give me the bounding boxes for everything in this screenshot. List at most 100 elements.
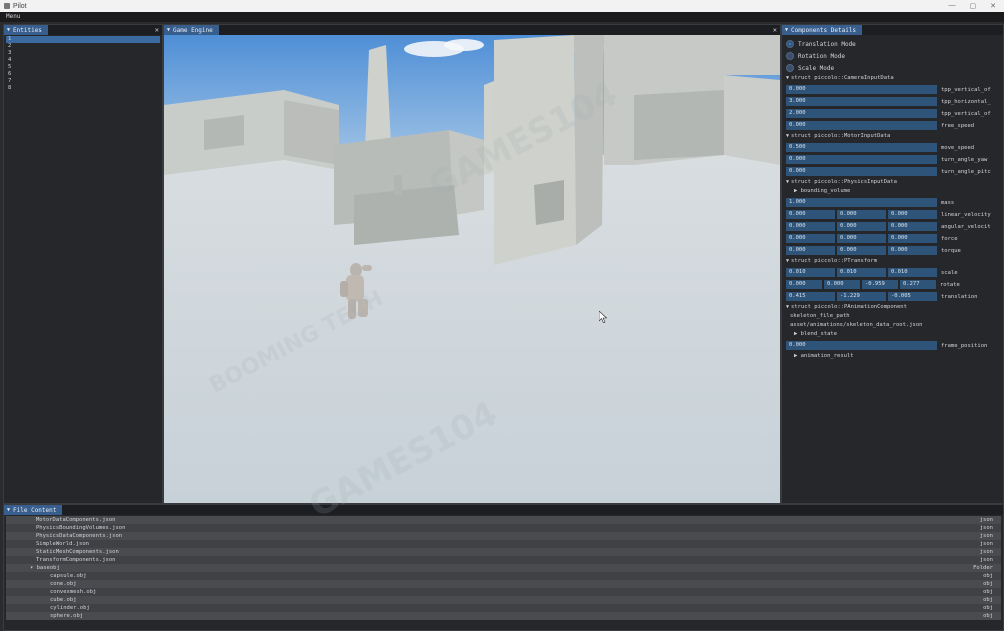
file-row[interactable]: TransformComponents.json json — [6, 556, 1001, 564]
value-input[interactable]: 0.277 — [900, 280, 936, 289]
close-icon[interactable]: ✕ — [155, 25, 159, 35]
value-input[interactable]: 0.000 — [786, 121, 937, 130]
camera-struct-header[interactable]: ▼ struct piccolo::CameraInputData — [786, 74, 999, 83]
file-row[interactable]: cone.obj obj — [6, 580, 1001, 588]
file-row[interactable]: cube.obj obj — [6, 596, 1001, 604]
translation-mode-radio[interactable]: Translation Mode — [786, 38, 999, 50]
value-input[interactable]: 0.000 — [786, 280, 822, 289]
value-input[interactable]: 0.000 — [786, 167, 937, 176]
frame-position-field: 0.000 frame_position — [786, 340, 999, 351]
value-input[interactable]: 0.000 — [786, 341, 937, 350]
value-input[interactable]: 0.000 — [837, 210, 886, 219]
collapse-arrow-icon[interactable]: ▼ — [785, 27, 788, 33]
tab-game-engine[interactable]: ▼ Game Engine — [164, 25, 219, 35]
value-input[interactable]: 0.000 — [786, 222, 835, 231]
value-input[interactable]: 2.000 — [786, 109, 937, 118]
field-label: turn_angle_yaw — [941, 156, 988, 163]
tab-file-content[interactable]: ▼ File Content — [4, 505, 63, 515]
scale-mode-radio[interactable]: Scale Mode — [786, 62, 999, 74]
value-input[interactable]: 0.000 — [786, 234, 835, 243]
file-row[interactable]: StaticMeshComponents.json json — [6, 548, 1001, 556]
value-input[interactable]: 0.000 — [837, 234, 886, 243]
file-type: json — [979, 557, 993, 563]
tab-label: Components Details — [791, 26, 857, 34]
close-icon[interactable]: ✕ — [773, 25, 777, 35]
collapse-arrow-icon[interactable]: ▼ — [167, 27, 170, 33]
file-row[interactable]: cylinder.obj obj — [6, 604, 1001, 612]
radio-label: Translation Mode — [798, 40, 856, 48]
value-input[interactable]: -1.229 — [837, 292, 886, 301]
minimize-icon[interactable]: — — [949, 2, 956, 10]
value-input[interactable]: 0.000 — [888, 234, 937, 243]
mass-field: 1.000 mass — [786, 197, 999, 208]
radio-dot-icon[interactable] — [786, 40, 794, 48]
entity-item[interactable]: 7 — [4, 78, 162, 85]
value-input[interactable]: 0.000 — [888, 222, 937, 231]
folder-row[interactable]: ▾ baseobj Folder — [6, 564, 1001, 572]
collapse-arrow-icon[interactable]: ▼ — [7, 507, 10, 513]
animation-result-node[interactable]: ▶ animation_result — [786, 352, 999, 361]
field-label: scale — [941, 269, 958, 276]
value-input[interactable]: 0.010 — [837, 268, 886, 277]
radio-dot-icon[interactable] — [786, 52, 794, 60]
value-input[interactable]: 0.000 — [786, 246, 835, 255]
physics-struct-header[interactable]: ▼ struct piccolo::PhysicsInputData — [786, 178, 999, 187]
entity-item[interactable]: 3 — [4, 50, 162, 57]
value-input[interactable]: 0.000 — [824, 280, 860, 289]
value-input[interactable]: 0.000 — [837, 222, 886, 231]
animation-struct-header[interactable]: ▼ struct piccolo::PAnimationComponent — [786, 303, 999, 312]
motor-struct-header[interactable]: ▼ struct piccolo::MotorInputData — [786, 132, 999, 141]
value-input[interactable]: 0.000 — [837, 246, 886, 255]
file-name: SimpleWorld.json — [36, 541, 89, 547]
file-row[interactable]: SimpleWorld.json json — [6, 540, 1001, 548]
skeleton-file-path: asset/animations/skeleton_data_root.json — [790, 322, 923, 328]
entity-item[interactable]: 4 — [4, 57, 162, 64]
collapse-arrow-icon[interactable]: ▼ — [7, 27, 10, 33]
camera-field: 0.000 tpp_vertical_of — [786, 84, 999, 95]
file-row[interactable]: PhysicsDataComponents.json json — [6, 532, 1001, 540]
bounding-volume-node[interactable]: ▶ bounding_volume — [786, 187, 999, 196]
file-row[interactable]: convexmesh.obj obj — [6, 588, 1001, 596]
value-input[interactable]: -0.005 — [888, 292, 937, 301]
transform-struct-header[interactable]: ▼ struct piccolo::PTransform — [786, 257, 999, 266]
file-name: StaticMeshComponents.json — [36, 549, 119, 555]
tab-components-details[interactable]: ▼ Components Details — [782, 25, 863, 35]
expand-arrow-icon: ▼ — [786, 133, 790, 139]
file-row[interactable]: sphere.obj obj — [6, 612, 1001, 620]
value-input[interactable]: 0.000 — [888, 210, 937, 219]
entity-item[interactable]: 1 — [6, 36, 160, 43]
blend-state-node[interactable]: ▶ blend_state — [786, 330, 999, 339]
tab-entities[interactable]: ▼ Entities — [4, 25, 48, 35]
value-input[interactable]: 0.000 — [786, 85, 937, 94]
entity-item[interactable]: 6 — [4, 71, 162, 78]
entity-item[interactable]: 2 — [4, 43, 162, 50]
value-input[interactable]: 0.010 — [888, 268, 937, 277]
file-name: capsule.obj — [50, 573, 87, 579]
menu-item[interactable]: Menu — [6, 13, 20, 20]
value-input[interactable]: 3.000 — [786, 97, 937, 106]
entity-item[interactable]: 5 — [4, 64, 162, 71]
motor-field: 0.000 turn_angle_yaw — [786, 154, 999, 165]
scale-field: 0.010 0.010 0.010 scale — [786, 267, 999, 278]
file-row[interactable]: PhysicsBoundingVolumes.json json — [6, 524, 1001, 532]
file-row[interactable]: MotorDataComponents.json json — [6, 516, 1001, 524]
value-input[interactable]: 0.000 — [786, 155, 937, 164]
value-input[interactable]: 0.000 — [786, 210, 835, 219]
value-input[interactable]: 0.500 — [786, 143, 937, 152]
expand-arrow-icon: ▼ — [786, 304, 790, 310]
field-label: tpp_horizontal_ — [941, 98, 991, 105]
file-row[interactable]: capsule.obj obj — [6, 572, 1001, 580]
radio-dot-icon[interactable] — [786, 64, 794, 72]
maximize-icon[interactable]: ▢ — [970, 2, 977, 10]
game-viewport[interactable] — [164, 35, 780, 503]
entity-item[interactable]: 8 — [4, 85, 162, 92]
value-input[interactable]: 0.010 — [786, 268, 835, 277]
file-type: json — [979, 549, 993, 555]
field-label: linear_velocity — [941, 211, 991, 218]
rotation-mode-radio[interactable]: Rotation Mode — [786, 50, 999, 62]
value-input[interactable]: -0.959 — [862, 280, 898, 289]
close-icon[interactable]: ✕ — [990, 2, 996, 10]
value-input[interactable]: 0.415 — [786, 292, 835, 301]
value-input[interactable]: 1.000 — [786, 198, 937, 207]
value-input[interactable]: 0.000 — [888, 246, 937, 255]
